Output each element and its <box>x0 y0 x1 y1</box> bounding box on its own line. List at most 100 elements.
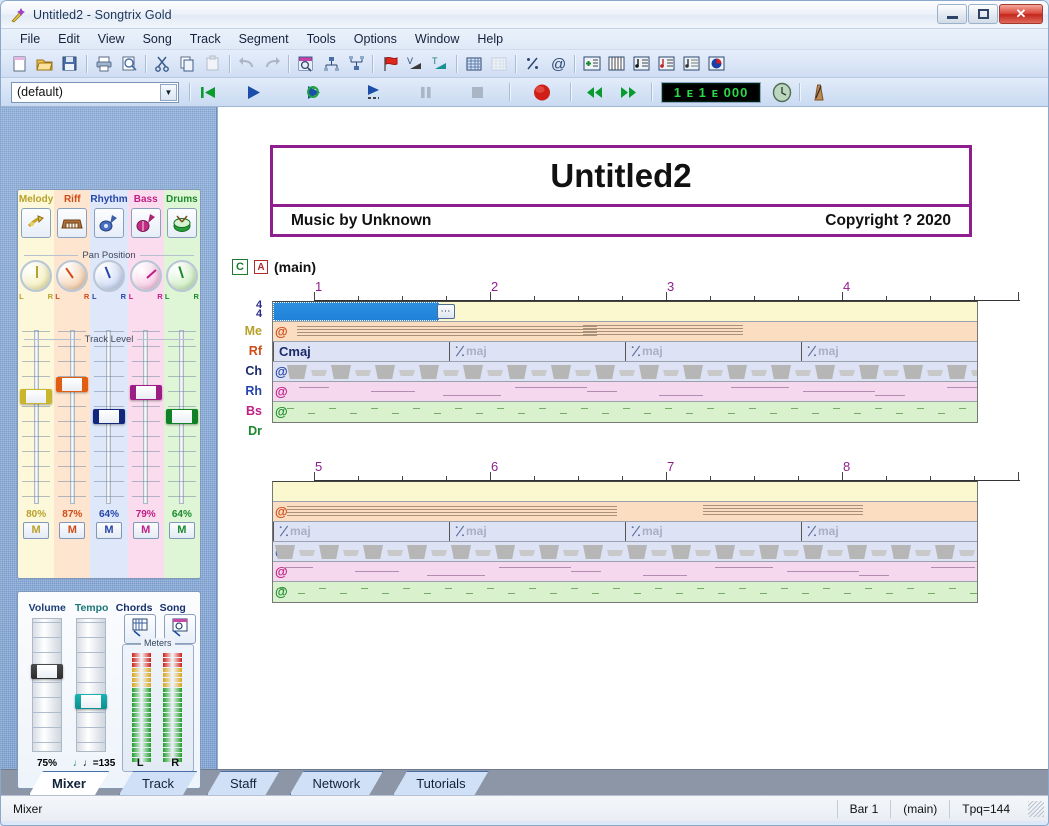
level-fader-bass[interactable] <box>128 327 164 507</box>
pan-knob-drums[interactable] <box>166 260 198 292</box>
track-label-rf[interactable]: Rf <box>230 341 266 361</box>
menu-segment[interactable]: Segment <box>230 30 298 48</box>
track-label-bs[interactable]: Bs <box>230 401 266 421</box>
clef-badge[interactable]: C <box>232 259 248 275</box>
menu-tools[interactable]: Tools <box>298 30 345 48</box>
chord-cell[interactable]: maj <box>801 522 977 541</box>
rewind-to-start-icon[interactable] <box>194 80 222 105</box>
cut-scissors-icon[interactable] <box>150 52 175 76</box>
pan-knob-bass[interactable] <box>130 260 162 292</box>
play-icon[interactable] <box>240 80 268 105</box>
insert-event-icon[interactable] <box>579 52 604 76</box>
piano-roll-icon[interactable] <box>604 52 629 76</box>
mute-button-bass[interactable]: M <box>133 522 159 539</box>
track-label-me[interactable]: Me <box>230 321 266 341</box>
tab-mixer[interactable]: Mixer <box>29 771 109 795</box>
tempo-fader[interactable] <box>76 616 106 754</box>
track-rows[interactable]: ⋯@Cmajmajmajmaj@@@ <box>272 301 978 423</box>
level-thumb[interactable] <box>166 409 198 424</box>
maximize-button[interactable] <box>968 4 998 24</box>
tab-network[interactable]: Network <box>290 771 384 795</box>
level-fader-drums[interactable] <box>164 327 200 507</box>
find-icon[interactable] <box>293 52 318 76</box>
close-button[interactable]: ✕ <box>999 4 1043 24</box>
track-row-bs[interactable]: @ <box>273 562 977 582</box>
clock-icon[interactable] <box>768 80 796 105</box>
open-folder-icon[interactable] <box>32 52 57 76</box>
chord-cell[interactable]: Cmaj <box>273 342 449 361</box>
score-pane[interactable]: Untitled2 Music by Unknown Copyright ? 2… <box>217 107 1048 769</box>
level-fader-rhythm[interactable] <box>90 327 127 507</box>
menu-track[interactable]: Track <box>181 30 230 48</box>
menu-song[interactable]: Song <box>134 30 181 48</box>
track-row-me[interactable]: ⋯ <box>273 302 977 322</box>
chevron-down-icon[interactable]: ▼ <box>160 84 177 101</box>
bar-ruler[interactable]: 5678 <box>314 459 1020 481</box>
copy-icon[interactable] <box>175 52 200 76</box>
tab-tutorials[interactable]: Tutorials <box>393 771 488 795</box>
pan-knob-rhythm[interactable] <box>93 260 125 292</box>
track-row-rh[interactable]: @ <box>273 542 977 562</box>
chord-cell[interactable]: maj <box>801 342 977 361</box>
pie-chart-icon[interactable] <box>704 52 729 76</box>
section-badge[interactable]: A <box>254 260 268 274</box>
print-icon[interactable] <box>91 52 116 76</box>
menu-view[interactable]: View <box>89 30 134 48</box>
selected-clip[interactable] <box>273 302 439 321</box>
level-thumb[interactable] <box>56 377 88 392</box>
pan-knob-riff[interactable] <box>56 260 88 292</box>
piano-icon[interactable] <box>57 208 87 238</box>
tree-up-icon[interactable] <box>343 52 368 76</box>
menu-help[interactable]: Help <box>468 30 512 48</box>
menu-window[interactable]: Window <box>406 30 468 48</box>
grid-icon[interactable] <box>461 52 486 76</box>
event-list-icon[interactable] <box>679 52 704 76</box>
guitar-icon[interactable] <box>94 208 124 238</box>
print-preview-icon[interactable] <box>116 52 141 76</box>
menu-file[interactable]: File <box>11 30 49 48</box>
pan-knob-melody[interactable] <box>20 260 52 292</box>
preset-combo[interactable]: (default) ▼ <box>11 82 179 103</box>
tempo-ramp-icon[interactable]: T <box>427 52 452 76</box>
track-row-rf[interactable]: @ <box>273 502 977 522</box>
menu-options[interactable]: Options <box>345 30 406 48</box>
mute-button-riff[interactable]: M <box>59 522 85 539</box>
note-edit-icon[interactable] <box>654 52 679 76</box>
chord-cell[interactable]: maj <box>625 522 801 541</box>
fast-rewind-icon[interactable] <box>581 80 609 105</box>
minimize-button[interactable] <box>937 4 967 24</box>
track-label-rh[interactable]: Rh <box>230 381 266 401</box>
tempo-thumb[interactable] <box>75 694 107 709</box>
track-label-dr[interactable]: Dr <box>230 421 266 441</box>
track-row-ch[interactable]: Cmajmajmajmaj <box>273 342 977 362</box>
level-thumb[interactable] <box>130 385 162 400</box>
drum-icon[interactable] <box>167 208 197 238</box>
at-sign-icon[interactable]: @ <box>545 52 570 76</box>
tab-staff[interactable]: Staff <box>207 771 280 795</box>
track-label-ch[interactable]: Ch <box>230 361 266 381</box>
save-disk-icon[interactable] <box>57 52 82 76</box>
chord-cell[interactable]: maj <box>273 522 449 541</box>
level-thumb[interactable] <box>20 389 52 404</box>
trumpet-icon[interactable] <box>21 208 51 238</box>
play-from-icon[interactable] <box>362 80 390 105</box>
track-row-rf[interactable]: @ <box>273 322 977 342</box>
menu-edit[interactable]: Edit <box>49 30 89 48</box>
track-row-rh[interactable]: @ <box>273 362 977 382</box>
volume-fader[interactable] <box>32 616 62 754</box>
mute-button-melody[interactable]: M <box>23 522 49 539</box>
track-row-dr[interactable]: @ <box>273 582 977 602</box>
tree-down-icon[interactable] <box>318 52 343 76</box>
track-row-dr[interactable]: @ <box>273 402 977 422</box>
mute-button-drums[interactable]: M <box>169 522 195 539</box>
fast-forward-icon[interactable] <box>614 80 642 105</box>
record-icon[interactable] <box>528 80 556 105</box>
metronome-icon[interactable] <box>804 80 832 105</box>
track-rows[interactable]: @majmajmajmaj@@@ <box>272 481 978 603</box>
clip-options-button[interactable]: ⋯ <box>437 304 455 319</box>
volume-thumb[interactable] <box>31 664 63 679</box>
chord-cell[interactable]: maj <box>625 342 801 361</box>
track-row-me[interactable] <box>273 482 977 502</box>
mute-button-rhythm[interactable]: M <box>96 522 122 539</box>
new-file-icon[interactable] <box>7 52 32 76</box>
